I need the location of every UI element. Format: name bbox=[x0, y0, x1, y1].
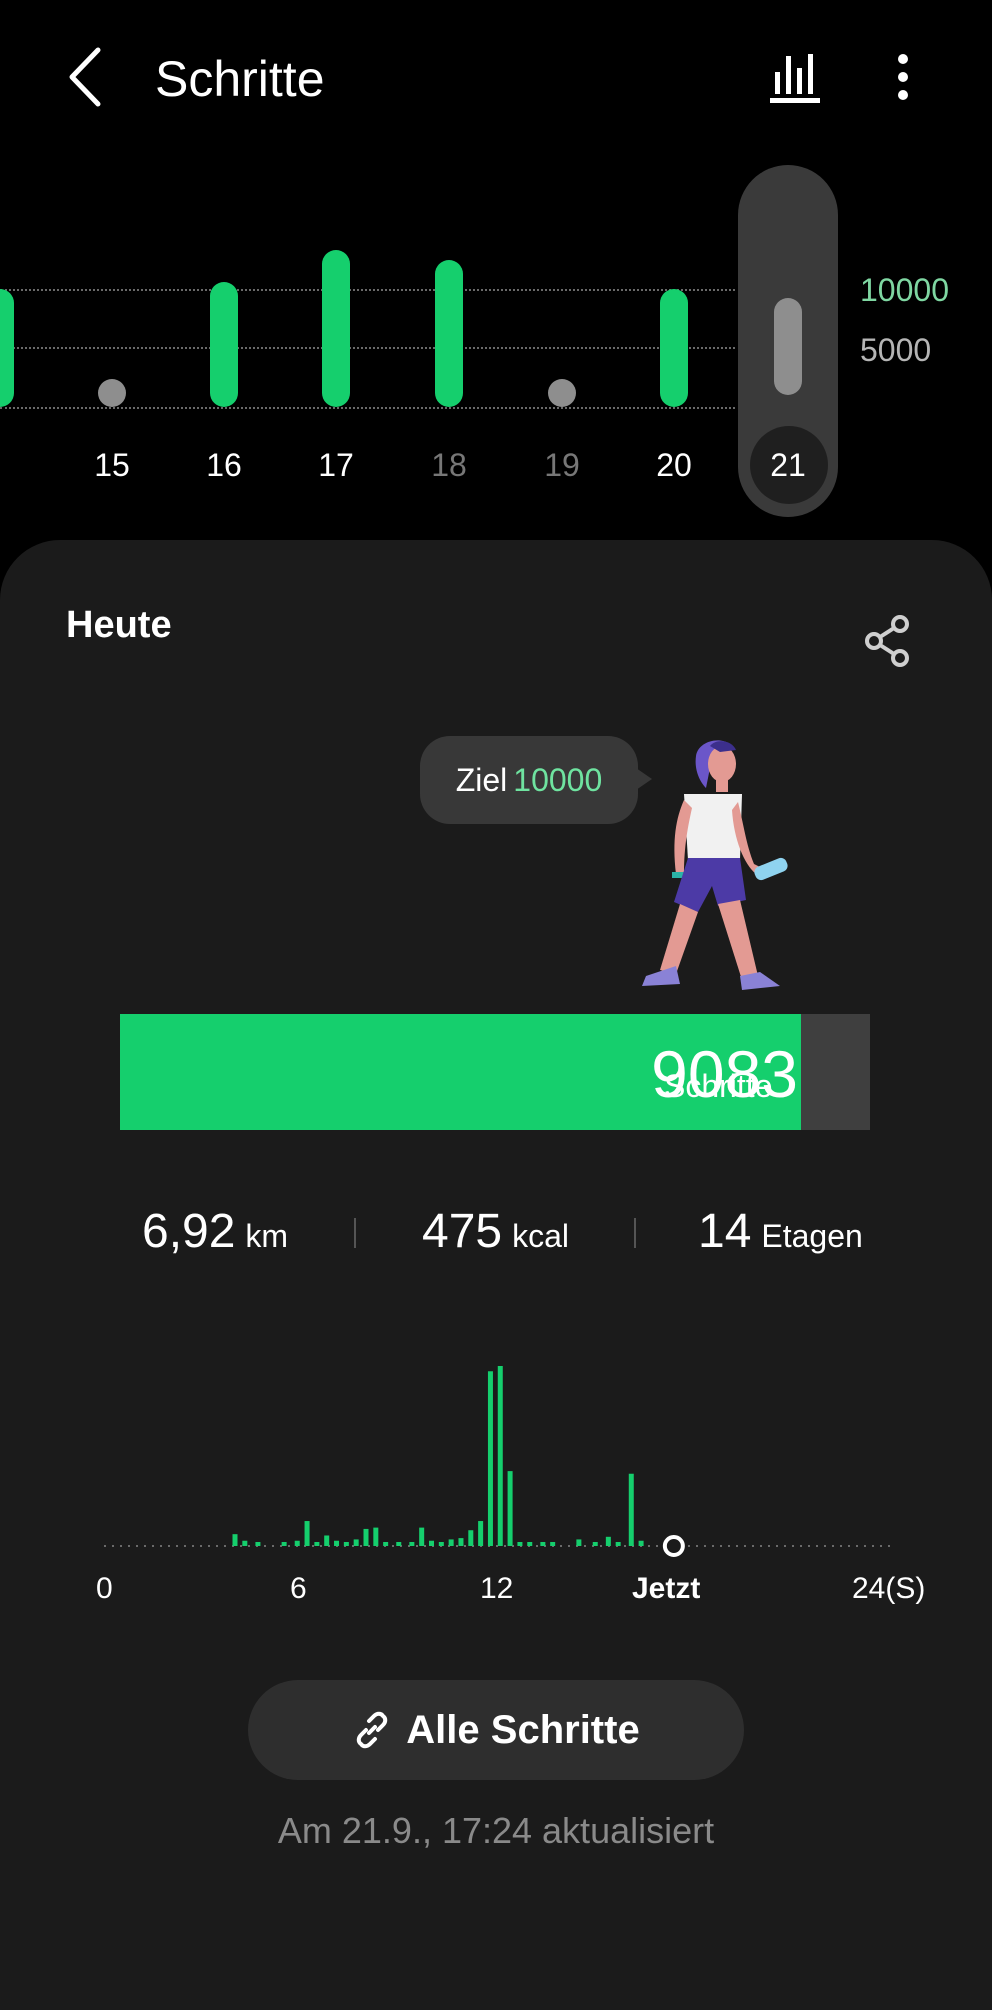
hour-bar bbox=[363, 1528, 369, 1546]
hour-bar bbox=[314, 1542, 320, 1546]
hour-bar bbox=[615, 1542, 621, 1546]
x-tick-label-now: Jetzt bbox=[632, 1572, 701, 1605]
day-label[interactable]: 19 bbox=[527, 447, 597, 484]
hour-bar bbox=[438, 1542, 444, 1546]
more-vertical-icon bbox=[898, 54, 908, 100]
hour-bar bbox=[540, 1542, 546, 1546]
goal-bubble: Ziel 10000 bbox=[420, 736, 652, 824]
goal-line bbox=[0, 289, 735, 291]
calories-value: 475 bbox=[422, 1205, 503, 1258]
goal-value: 10000 bbox=[513, 761, 603, 798]
hour-bar bbox=[353, 1539, 359, 1546]
all-steps-label: Alle Schritte bbox=[406, 1707, 640, 1752]
day-bar[interactable] bbox=[774, 297, 802, 395]
stat-divider bbox=[634, 1218, 636, 1248]
day-label[interactable]: 20 bbox=[639, 447, 709, 484]
share-icon bbox=[865, 615, 909, 667]
page-title: Schritte bbox=[155, 51, 325, 107]
x-tick-label: 12 bbox=[480, 1572, 514, 1605]
hour-bar bbox=[409, 1542, 415, 1546]
hour-bar bbox=[458, 1538, 464, 1546]
floors-unit: Etagen bbox=[761, 1218, 863, 1254]
day-label[interactable]: 21 bbox=[753, 447, 823, 484]
distance-stat: 6,92 km bbox=[142, 1204, 288, 1259]
day-bar[interactable] bbox=[435, 259, 463, 407]
half-goal-line bbox=[0, 347, 735, 349]
hour-bar bbox=[576, 1539, 582, 1546]
x-tick-label: 6 bbox=[290, 1572, 307, 1605]
day-bar[interactable] bbox=[210, 281, 238, 407]
day-label[interactable]: 17 bbox=[301, 447, 371, 484]
x-tick-label: 0 bbox=[96, 1572, 113, 1605]
share-button[interactable] bbox=[862, 614, 912, 668]
trends-button[interactable] bbox=[762, 44, 832, 114]
day-label[interactable]: 18 bbox=[414, 447, 484, 484]
day-bar[interactable] bbox=[548, 379, 576, 407]
calories-stat: 475 kcal bbox=[422, 1204, 569, 1259]
hour-bar bbox=[242, 1540, 248, 1546]
app-header: Schritte bbox=[0, 0, 992, 160]
hour-bar bbox=[324, 1535, 330, 1546]
goal-label: Ziel bbox=[455, 761, 508, 798]
calories-unit: kcal bbox=[512, 1218, 569, 1254]
goal-ref-label: 10000 bbox=[860, 272, 949, 308]
day-bar[interactable] bbox=[322, 250, 350, 407]
card-heading: Heute bbox=[66, 604, 172, 646]
hour-bar bbox=[429, 1540, 434, 1546]
hour-bar bbox=[527, 1542, 533, 1546]
distance-unit: km bbox=[245, 1218, 289, 1254]
stat-divider bbox=[354, 1218, 356, 1248]
hour-bar bbox=[517, 1542, 523, 1546]
hour-bar bbox=[497, 1366, 503, 1546]
hour-bar bbox=[255, 1542, 261, 1546]
hour-bar bbox=[383, 1542, 389, 1546]
last-updated-text: Am 21.9., 17:24 aktualisiert bbox=[277, 1810, 715, 1851]
hour-bar bbox=[334, 1540, 340, 1546]
day-bar[interactable] bbox=[0, 289, 14, 407]
hour-bar bbox=[550, 1542, 556, 1546]
hour-bar bbox=[448, 1539, 454, 1546]
hour-bar bbox=[478, 1521, 484, 1546]
day-label[interactable]: 16 bbox=[189, 447, 259, 484]
hour-bar bbox=[343, 1542, 349, 1546]
link-icon bbox=[357, 1711, 388, 1749]
floors-stat: 14 Etagen bbox=[698, 1204, 863, 1259]
chevron-left-icon bbox=[69, 47, 101, 107]
hour-bar bbox=[628, 1473, 634, 1546]
hour-bar bbox=[373, 1527, 379, 1546]
steps-unit: Schritte bbox=[664, 1068, 773, 1104]
hour-bar bbox=[294, 1540, 300, 1546]
hour-bar bbox=[468, 1530, 474, 1546]
baseline bbox=[0, 407, 735, 409]
more-options-button[interactable] bbox=[868, 44, 938, 114]
day-bar[interactable] bbox=[660, 289, 688, 407]
floors-value: 14 bbox=[698, 1205, 752, 1258]
all-steps-button[interactable]: Alle Schritte bbox=[248, 1680, 744, 1780]
now-marker bbox=[662, 1535, 685, 1557]
hour-bar bbox=[592, 1542, 598, 1546]
walking-person-illustration bbox=[642, 740, 788, 990]
day-label[interactable]: 4 bbox=[0, 447, 15, 484]
distance-value: 6,92 bbox=[142, 1205, 236, 1258]
hour-bar bbox=[605, 1536, 611, 1546]
hour-bar bbox=[232, 1534, 238, 1546]
back-button[interactable] bbox=[60, 42, 120, 112]
x-tick-label: 24(S) bbox=[852, 1572, 926, 1605]
hour-bar bbox=[304, 1521, 310, 1546]
hour-bar bbox=[396, 1542, 402, 1546]
day-label[interactable]: 15 bbox=[77, 447, 147, 484]
hour-bar bbox=[638, 1540, 644, 1546]
half-ref-label: 5000 bbox=[860, 332, 932, 368]
hour-bar bbox=[507, 1471, 513, 1546]
hour-bar bbox=[487, 1371, 493, 1546]
hour-bar bbox=[419, 1527, 425, 1546]
bar-chart-icon bbox=[770, 54, 820, 103]
day-bar[interactable] bbox=[98, 379, 126, 407]
hour-bar bbox=[281, 1542, 287, 1546]
